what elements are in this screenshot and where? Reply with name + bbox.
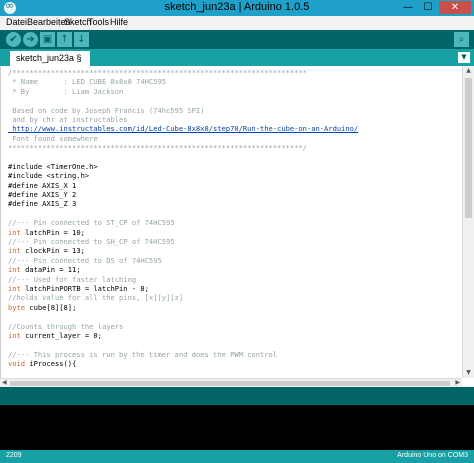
arrow-down-icon: ↓ xyxy=(77,34,86,45)
status-bar xyxy=(0,387,474,405)
code-text[interactable]: /***************************************… xyxy=(8,68,458,378)
code-line[interactable]: #define AXIS_Y 2 xyxy=(8,190,458,199)
code-line[interactable]: ****************************************… xyxy=(8,143,458,152)
toolbar: ✔ ➜ ▣ ↑ ↓ ⌕ xyxy=(0,30,474,49)
code-line[interactable]: http://www.instructables.com/id/Led-Cube… xyxy=(8,124,458,133)
code-line[interactable] xyxy=(8,153,458,162)
arrow-up-icon: ↑ xyxy=(60,34,69,45)
code-line[interactable]: /***************************************… xyxy=(8,68,458,77)
code-line[interactable]: //--- Pin connected to SH_CP of 74HC595 xyxy=(8,237,458,246)
code-line[interactable]: #define AXIS_Z 3 xyxy=(8,199,458,208)
code-line[interactable]: //Counts through the layers xyxy=(8,322,458,331)
code-line[interactable]: Based on code by Joseph Francis (74hc595… xyxy=(8,106,458,115)
new-file-icon: ▣ xyxy=(42,34,53,45)
code-line[interactable]: int dataPin = 11; xyxy=(8,265,458,274)
footer-bar: 2209 Arduino Uno on COM3 xyxy=(0,450,474,463)
code-line[interactable]: //--- Used for faster latching xyxy=(8,275,458,284)
code-line[interactable]: int clockPin = 13; xyxy=(8,246,458,255)
title-bar: sketch_jun23a | Arduino 1.0.5 — ☐ ✕ xyxy=(0,0,474,16)
code-line[interactable] xyxy=(8,312,458,321)
console-output[interactable] xyxy=(0,405,474,450)
code-line[interactable]: #include <string.h> xyxy=(8,171,458,180)
upload-button[interactable]: ➜ xyxy=(23,32,38,47)
code-line[interactable]: //--- This process is run by the timer a… xyxy=(8,350,458,359)
menu-datei[interactable]: Datei xyxy=(6,17,27,27)
check-icon: ✔ xyxy=(9,34,18,45)
menu-tools[interactable]: Tools xyxy=(88,17,109,27)
code-line[interactable]: #include <TimerOne.h> xyxy=(8,162,458,171)
code-line[interactable]: void iProcess(){ xyxy=(8,359,458,368)
code-line[interactable]: int current_layer = 0; xyxy=(8,331,458,340)
code-line[interactable]: #define AXIS_X 1 xyxy=(8,181,458,190)
code-line[interactable]: int latchPin = 10; xyxy=(8,228,458,237)
tab-bar: sketch_jun23a § ▼ xyxy=(0,49,474,66)
line-number: 2209 xyxy=(6,452,22,459)
scroll-left-icon[interactable]: ◀ xyxy=(2,379,7,386)
menu-bar: Datei Bearbeiten Sketch Tools Hilfe xyxy=(0,16,474,30)
minimize-button[interactable]: — xyxy=(400,1,416,14)
code-line[interactable]: Font found somewhere xyxy=(8,134,458,143)
arrow-right-icon: ➜ xyxy=(26,34,35,45)
close-button[interactable]: ✕ xyxy=(439,1,471,14)
code-line[interactable]: //--- Pin connected to ST_CP of 74HC595 xyxy=(8,218,458,227)
code-line[interactable]: and by chr at instructables xyxy=(8,115,458,124)
code-line[interactable]: //holds value for all the pins, [x][y][z… xyxy=(8,293,458,302)
code-line[interactable] xyxy=(8,209,458,218)
horizontal-scroll-thumb[interactable] xyxy=(10,381,450,386)
code-line[interactable] xyxy=(8,96,458,105)
save-button[interactable]: ↓ xyxy=(74,32,89,47)
new-button[interactable]: ▣ xyxy=(40,32,55,47)
board-port-label: Arduino Uno on COM3 xyxy=(397,452,468,459)
horizontal-scrollbar[interactable]: ◀ ▶ xyxy=(0,378,462,387)
scroll-right-icon[interactable]: ▶ xyxy=(455,379,460,386)
code-line[interactable]: * Name : LED CUBE 8x8x8 74HC595 xyxy=(8,77,458,86)
code-line[interactable]: byte cube[8][8]; xyxy=(8,303,458,312)
tab-menu-button[interactable]: ▼ xyxy=(458,52,470,63)
magnifier-icon: ⌕ xyxy=(458,34,465,45)
code-line[interactable]: int latchPinPORTB = latchPin - 8; xyxy=(8,284,458,293)
verify-button[interactable]: ✔ xyxy=(6,32,21,47)
scroll-up-icon[interactable]: ▲ xyxy=(463,66,474,76)
menu-hilfe[interactable]: Hilfe xyxy=(110,17,128,27)
code-editor[interactable]: /***************************************… xyxy=(0,66,474,384)
tab-sketch[interactable]: sketch_jun23a § xyxy=(10,51,90,66)
serial-monitor-button[interactable]: ⌕ xyxy=(454,32,469,47)
maximize-button[interactable]: ☐ xyxy=(420,1,436,14)
scroll-down-icon[interactable]: ▼ xyxy=(463,368,474,378)
code-line[interactable]: //--- Pin connected to DS of 74HC595 xyxy=(8,256,458,265)
code-line[interactable]: * By : Liam Jackson xyxy=(8,87,458,96)
vertical-scroll-thumb[interactable] xyxy=(465,78,472,218)
vertical-scrollbar[interactable]: ▲ ▼ xyxy=(462,66,474,378)
open-button[interactable]: ↑ xyxy=(57,32,72,47)
code-line[interactable] xyxy=(8,340,458,349)
